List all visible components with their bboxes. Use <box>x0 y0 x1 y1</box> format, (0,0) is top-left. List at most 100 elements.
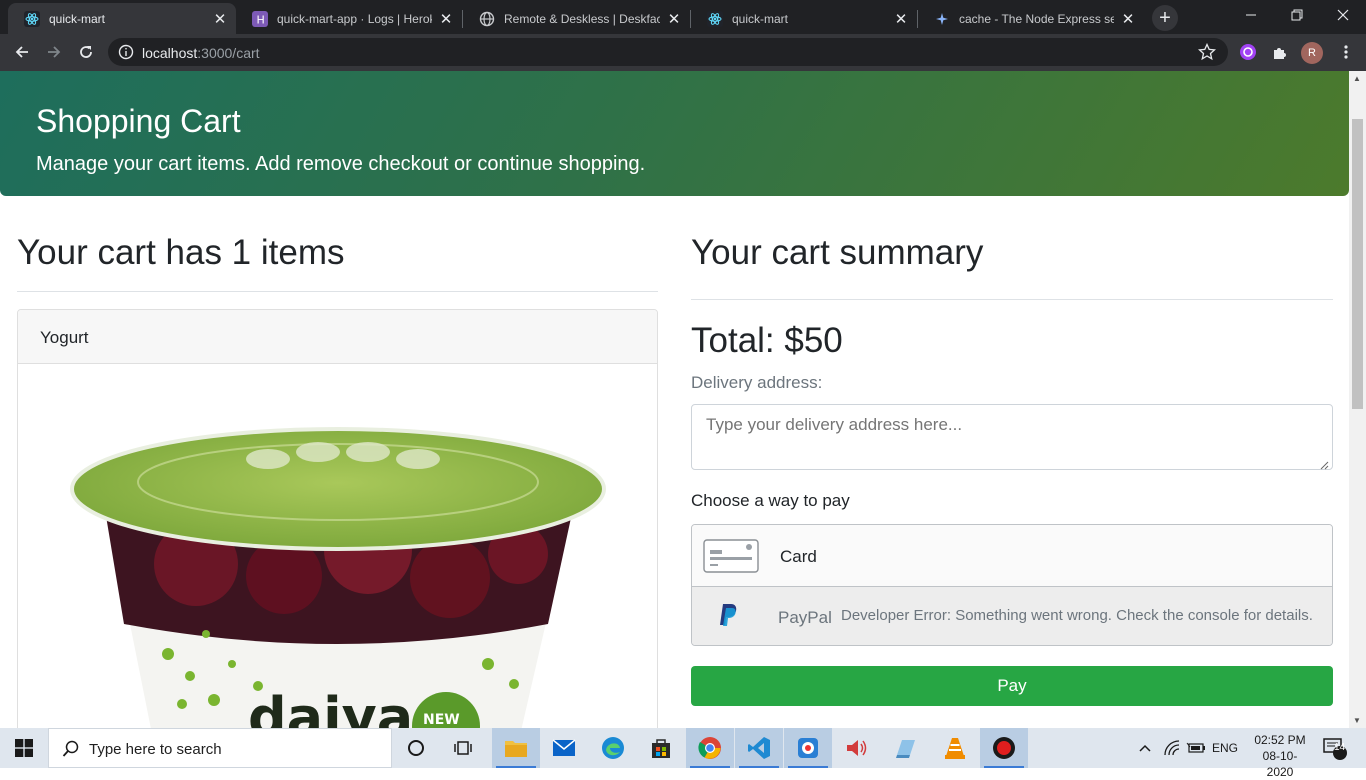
windows-logo-icon <box>15 739 33 757</box>
cortana-icon <box>408 740 424 756</box>
new-badge: NEW <box>423 712 460 728</box>
reload-button[interactable] <box>73 39 99 65</box>
taskbar-chrome[interactable] <box>686 728 734 768</box>
card-payment-option[interactable]: Card <box>692 525 1332 587</box>
start-button[interactable] <box>0 728 48 768</box>
page-scrollbar[interactable]: ▲ ▼ <box>1349 71 1366 728</box>
restore-button[interactable] <box>1274 0 1320 30</box>
battery-status[interactable] <box>1186 728 1206 768</box>
tab-title: quick-mart <box>49 11 106 26</box>
paypal-error-message: Developer Error: Something went wrong. C… <box>841 607 1313 624</box>
react-icon <box>707 10 723 27</box>
search-placeholder: Type here to search <box>89 741 222 758</box>
record-icon <box>993 737 1015 759</box>
minimize-icon <box>1246 14 1256 16</box>
minimize-button[interactable] <box>1228 0 1274 30</box>
paypal-icon <box>719 603 739 632</box>
pay-button[interactable]: Pay <box>691 666 1333 706</box>
wifi-icon <box>1164 740 1180 756</box>
paypal-payment-option[interactable]: PayPal Developer Error: Something went w… <box>692 587 1332 645</box>
close-tab-icon[interactable]: ✕ <box>438 11 454 28</box>
address-bar[interactable]: localhost:3000/cart <box>108 38 1228 66</box>
reload-icon <box>80 46 92 58</box>
search-icon <box>62 740 80 763</box>
close-tab-icon[interactable]: ✕ <box>893 11 909 28</box>
language-indicator[interactable]: ENG <box>1212 728 1238 768</box>
store-icon <box>652 739 670 758</box>
heroku-icon: H <box>252 10 268 27</box>
bookmark-star-icon[interactable] <box>1197 42 1217 66</box>
page-title: Shopping Cart <box>36 103 241 139</box>
back-button[interactable] <box>9 39 35 65</box>
cortana-button[interactable] <box>392 728 440 768</box>
taskbar-mail[interactable] <box>540 728 588 768</box>
extension-icon[interactable] <box>1238 42 1258 62</box>
vscode-icon <box>748 737 770 759</box>
show-hidden-icons[interactable] <box>1138 728 1152 768</box>
scroll-down-icon[interactable]: ▼ <box>1353 716 1361 725</box>
taskbar-vlc[interactable] <box>931 728 979 768</box>
browser-tab-strip: quick-mart ✕ H quick-mart-app · Logs | H… <box>0 0 1366 34</box>
payment-options: Card PayPal Developer Error: Something w… <box>691 524 1333 646</box>
forward-button[interactable] <box>41 39 67 65</box>
divider <box>17 291 658 292</box>
react-icon <box>24 10 40 27</box>
close-tab-icon[interactable]: ✕ <box>1120 11 1136 28</box>
clock-date: 08-10-2020 <box>1262 749 1298 779</box>
notepad-icon <box>896 740 915 758</box>
taskbar-recorder[interactable] <box>980 728 1028 768</box>
tab-heroku-logs[interactable]: H quick-mart-app · Logs | Heroku ✕ <box>236 3 462 34</box>
page-subtitle: Manage your cart items. Add remove check… <box>36 153 646 175</box>
avatar[interactable]: R <box>1301 42 1323 64</box>
tab-quick-mart[interactable]: quick-mart ✕ <box>8 3 236 34</box>
tab-cache-node[interactable]: cache - The Node Express server ✕ <box>918 3 1144 34</box>
summary-heading: Your cart summary <box>691 233 984 272</box>
taskbar-file-explorer[interactable] <box>492 728 540 768</box>
taskbar-edge[interactable] <box>589 728 637 768</box>
credit-card-icon <box>703 539 759 578</box>
system-clock[interactable]: 02:52 PM 08-10-2020 <box>1252 732 1308 780</box>
taskbar-search[interactable]: Type here to search <box>48 728 392 768</box>
payment-method-label: Choose a way to pay <box>691 491 850 510</box>
taskbar-store[interactable] <box>637 728 685 768</box>
back-arrow-icon <box>15 46 28 58</box>
new-tab-button[interactable]: + <box>1152 5 1178 31</box>
cart-total: Total: $50 <box>691 321 843 360</box>
taskbar-app-blue[interactable] <box>784 728 832 768</box>
task-view-icon <box>454 741 472 755</box>
chevron-up-icon <box>1139 744 1151 752</box>
sparkle-icon <box>934 11 950 27</box>
cart-column: Your cart has 1 items <box>17 231 658 275</box>
svg-text:H: H <box>257 13 265 26</box>
mail-icon <box>552 739 576 756</box>
chrome-icon <box>698 737 721 759</box>
puzzle-icon[interactable] <box>1270 42 1290 62</box>
brand-logo: daiya <box>248 686 413 728</box>
taskbar-notepad[interactable] <box>882 728 930 768</box>
menu-icon[interactable] <box>1336 42 1356 62</box>
action-center-button[interactable]: 14 <box>1322 728 1348 768</box>
taskbar-volume-app[interactable] <box>833 728 881 768</box>
resize-grip-icon[interactable] <box>1319 457 1329 475</box>
delivery-address-input[interactable] <box>691 404 1333 470</box>
page-viewport: Shopping Cart Manage your cart items. Ad… <box>0 71 1349 728</box>
tab-quick-mart-2[interactable]: quick-mart ✕ <box>691 3 917 34</box>
app-icon <box>798 738 818 758</box>
edge-icon <box>602 737 624 759</box>
taskbar-vscode[interactable] <box>735 728 783 768</box>
scroll-up-icon[interactable]: ▲ <box>1353 74 1361 83</box>
card-option-label: Card <box>780 547 817 566</box>
close-tab-icon[interactable]: ✕ <box>212 11 228 28</box>
tab-title: cache - The Node Express server <box>959 11 1114 26</box>
network-status[interactable] <box>1163 728 1181 768</box>
address-label: Delivery address: <box>691 373 823 392</box>
close-tab-icon[interactable]: ✕ <box>666 11 682 28</box>
tab-deskfactor[interactable]: Remote & Deskless | Deskfactor ✕ <box>463 3 690 34</box>
task-view-button[interactable] <box>440 728 488 768</box>
scrollbar-thumb[interactable] <box>1352 119 1363 409</box>
cart-item-card: Yogurt daiya NEW <box>17 309 658 728</box>
close-window-button[interactable] <box>1320 0 1366 30</box>
info-icon[interactable] <box>118 44 134 65</box>
notification-count: 14 <box>1334 742 1346 753</box>
globe-icon <box>479 11 495 27</box>
